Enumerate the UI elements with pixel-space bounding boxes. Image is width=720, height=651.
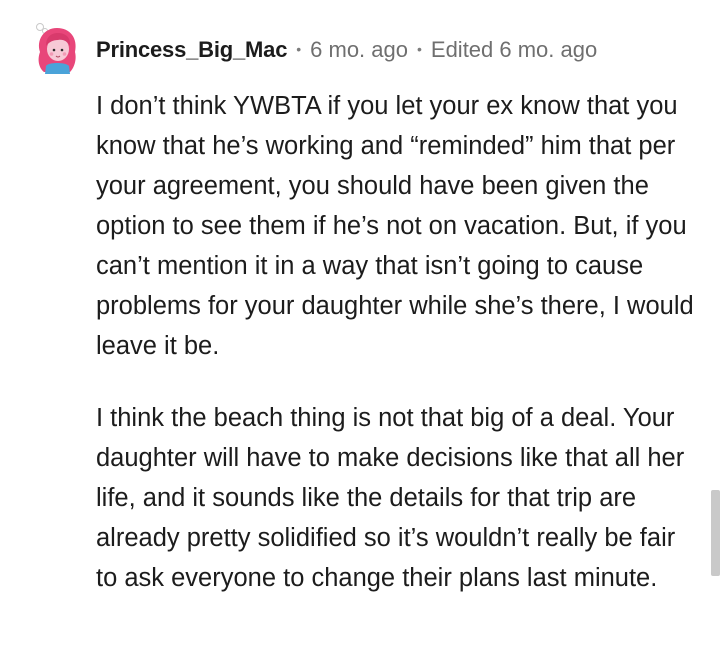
meta-separator: • [416,41,422,57]
posted-time: 6 mo. ago [310,37,408,62]
scrollbar-thumb[interactable] [711,490,720,576]
avatar-pink-hair-icon [36,23,76,74]
comment-paragraph: I think the beach thing is not that big … [96,404,685,592]
user-avatar[interactable] [34,22,80,74]
edited-label: Edited 6 mo. ago [430,37,598,62]
comment-body: I don’t think YWBTA if you let your ex k… [96,86,696,598]
comment-meta: Princess_Big_Mac • 6 mo. ago • Edited 6 … [96,36,597,64]
username-link[interactable]: Princess_Big_Mac [96,37,287,63]
meta-separator: • [296,41,302,57]
comment-paragraph: I don’t think YWBTA if you let your ex k… [96,92,694,360]
